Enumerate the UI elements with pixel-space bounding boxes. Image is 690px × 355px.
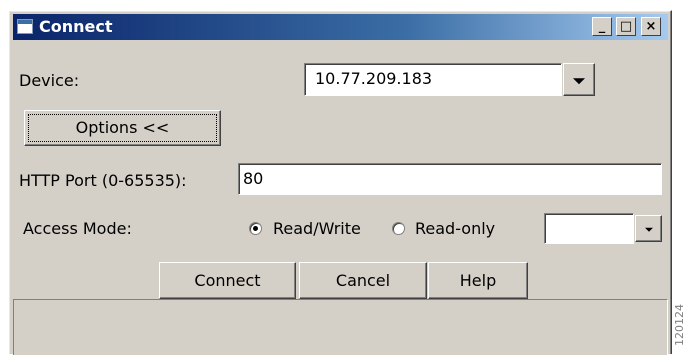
device-value: 10.77.209.183: [315, 69, 433, 88]
device-dropdown-button[interactable]: [563, 63, 595, 96]
title-bar[interactable]: Connect _ □ ×: [13, 14, 668, 40]
minimize-button[interactable]: _: [592, 17, 612, 36]
options-button[interactable]: Options <<: [24, 110, 221, 146]
chevron-down-icon: [644, 227, 653, 232]
maximize-button[interactable]: □: [616, 17, 636, 36]
chevron-down-icon: [573, 77, 585, 84]
http-port-field[interactable]: 80: [238, 163, 662, 195]
access-mode-select[interactable]: [544, 213, 634, 244]
figure-id: 120124: [673, 304, 686, 346]
connect-dialog: Connect _ □ × Device: 10.77.209.183 Opti…: [8, 10, 672, 355]
connect-button[interactable]: Connect: [159, 262, 296, 299]
read-write-radio[interactable]: [249, 222, 262, 235]
access-mode-dropdown-button[interactable]: [635, 215, 662, 242]
access-mode-label: Access Mode:: [23, 219, 132, 238]
cancel-button[interactable]: Cancel: [299, 262, 427, 299]
read-only-label: Read-only: [415, 219, 496, 238]
close-button[interactable]: ×: [641, 17, 661, 36]
window-title: Connect: [39, 17, 113, 36]
status-bar: [13, 299, 668, 355]
device-combo[interactable]: 10.77.209.183: [304, 63, 562, 96]
http-port-label: HTTP Port (0-65535):: [19, 171, 187, 190]
read-write-label: Read/Write: [273, 219, 361, 238]
device-label: Device:: [19, 71, 80, 90]
window-app-icon: [17, 19, 33, 34]
help-button[interactable]: Help: [428, 262, 528, 299]
read-only-radio[interactable]: [392, 222, 405, 235]
